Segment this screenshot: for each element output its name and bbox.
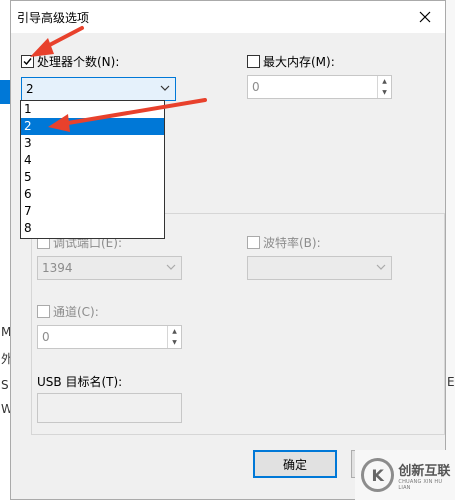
ok-button-label: 确定: [282, 457, 307, 472]
title-bar: 引导高级选项: [11, 1, 445, 33]
chevron-down-icon: [166, 264, 176, 270]
usb-target-label: USB 目标名(T):: [37, 375, 123, 389]
processors-value: 2: [26, 82, 34, 96]
debug-port-select[interactable]: 1394: [37, 256, 182, 280]
spin-up-icon[interactable]: ▲: [378, 76, 391, 87]
ok-button[interactable]: 确定: [253, 450, 337, 478]
watermark-logo: K 创新互联 CHUANG XIN HU LIAN: [355, 450, 455, 500]
dropdown-option[interactable]: 1: [21, 101, 164, 118]
dialog-title: 引导高级选项: [17, 11, 90, 25]
processors-checkbox-row[interactable]: 处理器个数(N):: [21, 53, 119, 70]
dropdown-option[interactable]: 5: [21, 169, 164, 186]
max-memory-checkbox[interactable]: [247, 55, 260, 68]
background-text: S: [1, 378, 9, 392]
max-memory-spinner[interactable]: 0 ▲ ▼: [247, 75, 392, 99]
max-memory-checkbox-row[interactable]: 最大内存(M):: [247, 53, 335, 70]
channel-spinner[interactable]: 0 ▲ ▼: [37, 325, 182, 349]
channel-label: 通道(C):: [53, 305, 99, 319]
chevron-down-icon: [376, 264, 386, 270]
boot-advanced-options-dialog: 引导高级选项 处理器个数(N): 2 最大内存(M): 0 ▲ ▼ 调试端口(E…: [10, 0, 446, 500]
dropdown-option[interactable]: 6: [21, 186, 164, 203]
checkmark-icon: [23, 58, 32, 66]
spin-down-icon[interactable]: ▼: [168, 337, 181, 348]
baud-rate-checkbox-row[interactable]: 波特率(B):: [247, 234, 321, 251]
max-memory-value: 0: [252, 80, 260, 94]
dropdown-option[interactable]: 7: [21, 203, 164, 220]
baud-rate-checkbox[interactable]: [247, 236, 260, 249]
channel-value: 0: [42, 330, 50, 344]
baud-rate-select[interactable]: [247, 256, 392, 280]
dropdown-option-selected[interactable]: 2: [21, 118, 164, 135]
processors-label: 处理器个数(N):: [37, 55, 120, 69]
spin-up-icon[interactable]: ▲: [168, 326, 181, 337]
chevron-down-icon: [160, 85, 170, 91]
debug-port-value: 1394: [42, 261, 73, 275]
dropdown-option[interactable]: 4: [21, 152, 164, 169]
max-memory-label: 最大内存(M):: [263, 55, 335, 69]
close-icon: [419, 11, 431, 23]
channel-checkbox[interactable]: [37, 305, 50, 318]
dropdown-option[interactable]: 8: [21, 220, 164, 237]
logo-mark-icon: K: [361, 458, 395, 492]
background-window-right: [445, 0, 455, 500]
baud-rate-label: 波特率(B):: [263, 236, 321, 250]
close-button[interactable]: [405, 1, 445, 33]
background-text: E: [447, 375, 455, 389]
spin-down-icon[interactable]: ▼: [378, 87, 391, 98]
channel-checkbox-row[interactable]: 通道(C):: [37, 303, 99, 320]
processors-checkbox[interactable]: [21, 55, 34, 68]
logo-chinese-text: 创新互联: [398, 463, 451, 479]
logo-english-text: CHUANG XIN HU LIAN: [398, 478, 443, 491]
processors-dropdown-list: 1 2 3 4 5 6 7 8: [20, 100, 165, 239]
usb-target-input[interactable]: [37, 393, 182, 423]
processors-select[interactable]: 2: [21, 77, 176, 101]
dropdown-option[interactable]: 3: [21, 135, 164, 152]
